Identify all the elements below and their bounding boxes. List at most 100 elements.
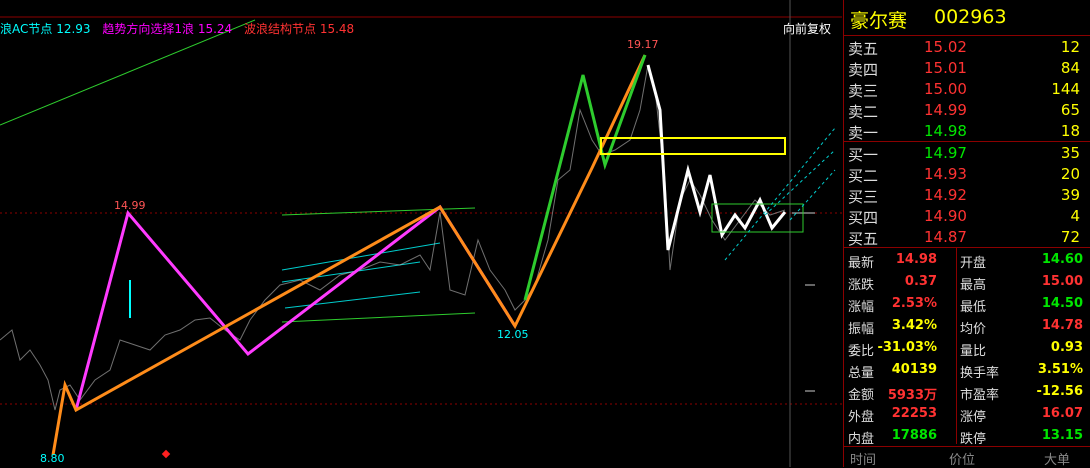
- bid-label: 买四: [848, 209, 879, 227]
- tab-price[interactable]: 价位: [949, 449, 975, 468]
- ask-label: 卖四: [848, 61, 879, 79]
- stat-value: 3.42%: [891, 318, 937, 333]
- bid-row[interactable]: 买二 14.93 20: [844, 163, 1090, 185]
- ask-qty: 12: [1060, 38, 1080, 56]
- stat-value: 5933万: [887, 388, 937, 403]
- bid-price: 14.97: [924, 144, 967, 162]
- stat-label: 涨停: [960, 410, 987, 425]
- kline-chart[interactable]: 浪AC节点 12.93 趋势方向选择1浪 15.24 波浪结构节点 15.48 …: [0, 0, 842, 467]
- stat-value: 14.98: [895, 252, 937, 267]
- bid-price: 14.93: [924, 165, 967, 183]
- stat-row: 涨幅 2.53% 最低 14.50: [844, 293, 1090, 315]
- wave-white: [646, 64, 787, 251]
- stat-row: 总量 40139 换手率 3.51%: [844, 359, 1090, 381]
- stat-value: 22253: [891, 406, 937, 421]
- ask-qty: 84: [1060, 59, 1080, 77]
- quote-panel: 豪尔赛 002963 卖五 15.02 12 卖四 15.01 84 卖三 15.00 144 卖…: [843, 0, 1090, 468]
- ask-price: 15.02: [924, 38, 967, 56]
- stat-value: 13.15: [1041, 428, 1083, 443]
- stat-label: 最新: [848, 256, 875, 271]
- stock-title: 豪尔赛 002963: [844, 0, 1090, 35]
- stat-label: 均价: [960, 322, 987, 337]
- ask-row[interactable]: 卖五 15.02 12: [844, 36, 1090, 58]
- stock-name: 豪尔赛: [850, 10, 908, 32]
- indicator-legend: 浪AC节点 12.93 趋势方向选择1浪 15.24 波浪结构节点 15.48: [0, 20, 362, 37]
- bid-qty: 4: [1070, 207, 1080, 225]
- stat-label: 总量: [848, 366, 875, 381]
- ask-row[interactable]: 卖四 15.01 84: [844, 57, 1090, 79]
- stat-value: 15.00: [1041, 274, 1083, 289]
- bid-row[interactable]: 买一 14.97 35: [844, 142, 1090, 164]
- bid-label: 买二: [848, 167, 879, 185]
- stock-code: 002963: [934, 6, 1007, 28]
- stat-value: 14.60: [1041, 252, 1083, 267]
- stat-row: 外盘 22253 涨停 16.07: [844, 403, 1090, 425]
- bid-qty: 72: [1060, 228, 1080, 246]
- ask-qty: 18: [1060, 122, 1080, 140]
- bid-qty: 35: [1060, 144, 1080, 162]
- bid-row[interactable]: 买五 14.87 72: [844, 226, 1090, 248]
- bid-label: 买一: [848, 146, 879, 164]
- stat-row: 振幅 3.42% 均价 14.78: [844, 315, 1090, 337]
- bid-price: 14.92: [924, 186, 967, 204]
- stat-label: 振幅: [848, 322, 875, 337]
- stat-value: -12.56: [1036, 384, 1083, 399]
- stat-label: 开盘: [960, 256, 987, 271]
- stat-value: 14.50: [1041, 296, 1083, 311]
- stat-value: 17886: [891, 428, 937, 443]
- ask-price: 14.99: [924, 101, 967, 119]
- ask-row[interactable]: 卖二 14.99 65: [844, 99, 1090, 121]
- ask-label: 卖五: [848, 40, 879, 58]
- stat-row: 内盘 17886 跌停 13.15: [844, 425, 1090, 447]
- ask-price: 15.01: [924, 59, 967, 77]
- bid-label: 买五: [848, 230, 879, 248]
- legend-item-3: 波浪结构节点 15.48: [244, 22, 355, 36]
- stat-label: 涨幅: [848, 300, 875, 315]
- ask-price: 14.98: [924, 122, 967, 140]
- bid-price: 14.87: [924, 228, 967, 246]
- ask-row[interactable]: 卖一 14.98 18: [844, 120, 1090, 142]
- stat-label: 最低: [960, 300, 987, 315]
- ask-label: 卖一: [848, 124, 879, 142]
- high-annotation: 19.17: [627, 38, 659, 51]
- low-annotation: 12.05: [497, 328, 529, 341]
- stat-value: 14.78: [1041, 318, 1083, 333]
- stat-label: 内盘: [848, 432, 875, 447]
- stat-row: 涨跌 0.37 最高 15.00: [844, 271, 1090, 293]
- adjust-price-button[interactable]: 向前复权: [783, 20, 831, 37]
- stat-value: 3.51%: [1037, 362, 1083, 377]
- stat-label: 换手率: [960, 366, 1000, 381]
- bid-qty: 39: [1060, 186, 1080, 204]
- stat-value: 16.07: [1041, 406, 1083, 421]
- stat-row: 最新 14.98 开盘 14.60: [844, 249, 1090, 271]
- chart-canvas: [0, 0, 842, 467]
- bottom-tabs: 时间 价位 大单: [844, 447, 1090, 468]
- stat-value: -31.03%: [877, 340, 937, 355]
- stat-row: 金额 5933万 市盈率 -12.56: [844, 381, 1090, 403]
- bottom-annotation: 8.80: [40, 452, 65, 465]
- stat-label: 市盈率: [960, 388, 1000, 403]
- ask-label: 卖三: [848, 82, 879, 100]
- stat-label: 金额: [848, 388, 875, 403]
- bid-qty: 20: [1060, 165, 1080, 183]
- ask-row[interactable]: 卖三 15.00 144: [844, 78, 1090, 100]
- stat-value: 0.37: [904, 274, 937, 289]
- channel-bottom: [281, 312, 476, 323]
- stat-value: 0.93: [1050, 340, 1083, 355]
- wave-orange: [51, 54, 647, 456]
- stat-label: 外盘: [848, 410, 875, 425]
- bid-row[interactable]: 买四 14.90 4: [844, 205, 1090, 227]
- legend-item-2: 趋势方向选择1浪 15.24: [102, 22, 233, 36]
- ask-price: 15.00: [924, 80, 967, 98]
- legend-item-1: 浪AC节点 12.93: [0, 22, 91, 36]
- stat-label: 最高: [960, 278, 987, 293]
- ask-qty: 65: [1060, 101, 1080, 119]
- tab-big-order[interactable]: 大单: [1044, 449, 1070, 468]
- bid-row[interactable]: 买三 14.92 39: [844, 184, 1090, 206]
- stat-label: 涨跌: [848, 278, 875, 293]
- wave-magenta: [74, 204, 517, 411]
- tab-time[interactable]: 时间: [850, 449, 876, 468]
- ask-label: 卖二: [848, 103, 879, 121]
- stat-label: 跌停: [960, 432, 987, 447]
- bid-price: 14.90: [924, 207, 967, 225]
